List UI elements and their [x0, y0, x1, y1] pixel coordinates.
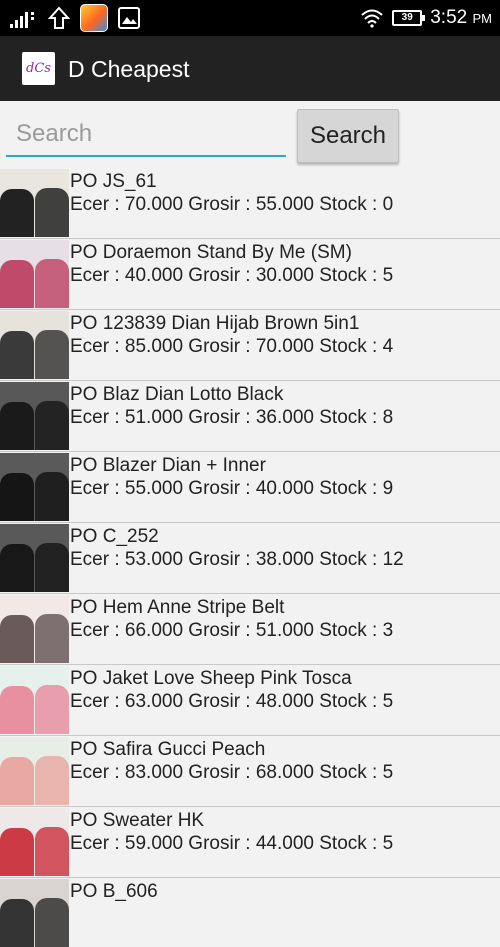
product-thumbnail	[0, 311, 69, 379]
clock-time: 3:52	[430, 7, 468, 28]
product-price-stock: Ecer : 63.000 Grosir : 48.000 Stock : 5	[70, 691, 394, 712]
upload-icon	[48, 6, 70, 29]
product-price-stock: Ecer : 53.000 Grosir : 38.000 Stock : 12	[70, 549, 404, 570]
app-title: D Cheapest	[68, 56, 190, 82]
product-figure	[0, 828, 34, 876]
product-row[interactable]: PO Hem Anne Stripe Belt Ecer : 66.000 Gro…	[0, 594, 500, 665]
product-name: PO Jaket Love Sheep Pink Tosca	[70, 668, 352, 689]
product-row[interactable]: PO JS_61 Ecer : 70.000 Grosir : 55.000 St…	[0, 168, 500, 239]
product-name: PO Blazer Dian + Inner	[70, 455, 266, 476]
product-figure	[35, 685, 69, 734]
product-name: PO 123839 Dian Hijab Brown 5in1	[70, 313, 360, 334]
product-row[interactable]: PO Doraemon Stand By Me (SM) Ecer : 40.00…	[0, 239, 500, 310]
battery-icon: 39	[392, 10, 426, 26]
product-name: PO Blaz Dian Lotto Black	[70, 384, 284, 405]
product-price-stock: Ecer : 55.000 Grosir : 40.000 Stock : 9	[70, 478, 394, 499]
product-thumbnail	[0, 240, 69, 308]
product-figure	[0, 899, 34, 947]
product-figure	[35, 614, 69, 663]
product-thumbnail	[0, 169, 69, 237]
product-figure	[0, 615, 34, 663]
product-name: PO C_252	[70, 526, 159, 547]
search-button[interactable]: Search	[297, 109, 399, 163]
action-bar: dCs D Cheapest	[0, 36, 500, 101]
product-figure	[35, 898, 69, 947]
product-row[interactable]: PO Blazer Dian + Inner Ecer : 55.000 Gros…	[0, 452, 500, 523]
product-row[interactable]: PO 123839 Dian Hijab Brown 5in1 Ecer : 85…	[0, 310, 500, 381]
product-thumbnail	[0, 808, 69, 876]
product-name: PO Hem Anne Stripe Belt	[70, 597, 285, 618]
product-figure	[35, 259, 69, 308]
product-figure	[0, 544, 34, 592]
app-logo[interactable]: dCs	[22, 52, 55, 85]
product-name: PO JS_61	[70, 171, 157, 192]
product-figure	[0, 473, 34, 521]
search-bar: Search	[0, 101, 500, 168]
product-price-stock: Ecer : 66.000 Grosir : 51.000 Stock : 3	[70, 620, 394, 641]
clock-ampm: PM	[472, 11, 493, 26]
product-price-stock: Ecer : 59.000 Grosir : 44.000 Stock : 5	[70, 833, 394, 854]
product-figure	[0, 402, 34, 450]
product-figure	[35, 188, 69, 237]
product-figure	[35, 472, 69, 521]
product-row[interactable]: PO C_252 Ecer : 53.000 Grosir : 38.000 St…	[0, 523, 500, 594]
product-row[interactable]: PO Safira Gucci Peach Ecer : 83.000 Grosi…	[0, 736, 500, 807]
product-thumbnail	[0, 595, 69, 663]
signal-icon	[10, 12, 34, 28]
product-figure	[0, 757, 34, 805]
product-price-stock: Ecer : 70.000 Grosir : 55.000 Stock : 0	[70, 194, 394, 215]
product-figure	[0, 686, 34, 734]
product-price-stock: Ecer : 51.000 Grosir : 36.000 Stock : 8	[70, 407, 394, 428]
wifi-icon	[361, 9, 383, 28]
product-thumbnail	[0, 382, 69, 450]
product-row[interactable]: PO B_606	[0, 878, 500, 947]
image-icon	[118, 7, 140, 29]
status-bar-system: 39 3:52 PM	[360, 4, 492, 32]
product-row[interactable]: PO Jaket Love Sheep Pink Tosca Ecer : 63.…	[0, 665, 500, 736]
product-figure	[35, 401, 69, 450]
product-thumbnail	[0, 524, 69, 592]
product-thumbnail	[0, 453, 69, 521]
product-price-stock: Ecer : 40.000 Grosir : 30.000 Stock : 5	[70, 265, 394, 286]
game-app-icon	[80, 4, 108, 32]
product-price-stock: Ecer : 85.000 Grosir : 70.000 Stock : 4	[70, 336, 394, 357]
product-figure	[35, 543, 69, 592]
product-thumbnail	[0, 879, 69, 947]
product-name: PO B_606	[70, 881, 158, 902]
product-figure	[0, 331, 34, 379]
status-bar-notifications	[10, 4, 140, 32]
product-row[interactable]: PO Sweater HK Ecer : 59.000 Grosir : 44.0…	[0, 807, 500, 878]
product-name: PO Sweater HK	[70, 810, 205, 831]
product-figure	[35, 756, 69, 805]
product-figure	[0, 260, 34, 308]
product-price-stock: Ecer : 83.000 Grosir : 68.000 Stock : 5	[70, 762, 394, 783]
clock: 3:52 PM	[430, 7, 492, 29]
product-row[interactable]: PO Blaz Dian Lotto Black Ecer : 51.000 Gr…	[0, 381, 500, 452]
product-name: PO Doraemon Stand By Me (SM)	[70, 242, 352, 263]
search-input[interactable]	[6, 113, 286, 157]
product-thumbnail	[0, 666, 69, 734]
product-list[interactable]: PO JS_61 Ecer : 70.000 Grosir : 55.000 St…	[0, 168, 500, 947]
product-figure	[35, 827, 69, 876]
product-thumbnail	[0, 737, 69, 805]
status-bar: 39 3:52 PM	[0, 0, 500, 36]
product-figure	[35, 330, 69, 379]
product-name: PO Safira Gucci Peach	[70, 739, 266, 760]
product-figure	[0, 189, 34, 237]
